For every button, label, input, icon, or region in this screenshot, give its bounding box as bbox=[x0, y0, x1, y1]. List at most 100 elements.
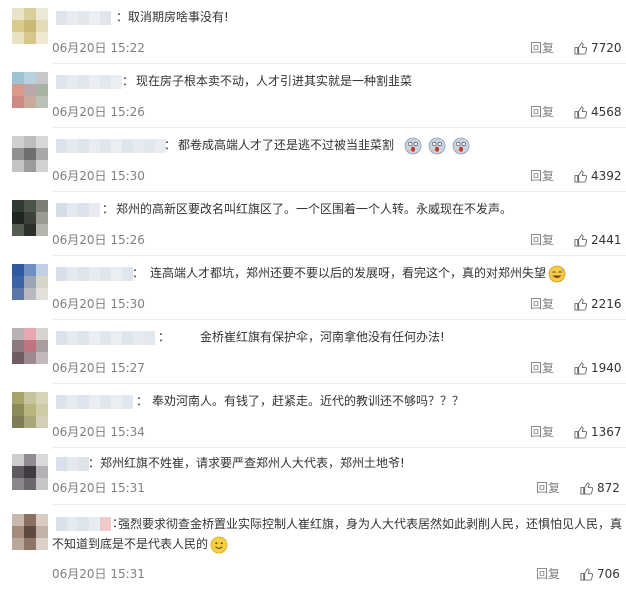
comment-text: 连高端人才都坑，郑州还要不要以后的发展呀，看完这个，真的对郑州失望 bbox=[150, 264, 566, 283]
like-button[interactable]: 7720 bbox=[574, 40, 622, 56]
thumbs-up-icon bbox=[574, 297, 587, 311]
comment-text: 奉劝河南人。有钱了，赶紧走。近代的教训还不够吗？？？ bbox=[152, 394, 465, 408]
avatar[interactable] bbox=[12, 136, 48, 172]
nickname-colon: ： bbox=[136, 394, 149, 408]
screaming-face-emoji bbox=[404, 137, 422, 154]
like-button[interactable]: 1367 bbox=[574, 424, 622, 440]
divider bbox=[52, 319, 626, 320]
comment-time: 06月20日 15:31 bbox=[52, 481, 145, 495]
avatar[interactable] bbox=[12, 392, 48, 428]
comment-item: ： 郑州的高新区要改名叫红旗区了。一个区围着一个人转。永威现在不发声。 06月2… bbox=[0, 200, 626, 252]
like-button[interactable]: 4568 bbox=[574, 104, 622, 120]
like-button[interactable]: 2441 bbox=[574, 232, 622, 248]
comment-text: 都卷成高端人才了还是逃不过被当韭菜割 bbox=[178, 136, 470, 155]
reply-button[interactable]: 回复 bbox=[536, 566, 560, 582]
reply-button[interactable]: 回复 bbox=[530, 296, 554, 312]
thumbs-up-icon bbox=[580, 481, 593, 495]
nickname-blurred[interactable] bbox=[56, 395, 133, 409]
comment-item: ： 奉劝河南人。有钱了，赶紧走。近代的教训还不够吗？？？ 06月20日 15:3… bbox=[0, 392, 626, 444]
like-count: 1940 bbox=[591, 361, 622, 375]
divider bbox=[52, 383, 626, 384]
nickname-colon: ： bbox=[158, 330, 171, 344]
divider bbox=[52, 63, 626, 64]
comment-text: 郑州红旗不姓崔，请求要严查郑州人大代表，郑州土地爷! bbox=[100, 456, 405, 470]
like-button[interactable]: 1940 bbox=[574, 360, 622, 376]
avatar[interactable] bbox=[12, 514, 48, 550]
comment-text-body: 连高端人才都坑，郑州还要不要以后的发展呀，看完这个，真的对郑州失望 bbox=[150, 266, 547, 280]
like-count: 2216 bbox=[591, 297, 622, 311]
comment-item: ： 强烈要求彻查金桥置业实际控制人崔红旗，身为人大代表居然如此剥削人民，还惧怕见… bbox=[0, 514, 626, 584]
smiling-face-emoji bbox=[210, 536, 228, 553]
divider bbox=[52, 255, 626, 256]
reply-button[interactable]: 回复 bbox=[530, 360, 554, 376]
comment-time: 06月20日 15:26 bbox=[52, 233, 145, 247]
reply-button[interactable]: 回复 bbox=[530, 104, 554, 120]
thumbs-up-icon bbox=[574, 233, 587, 247]
comment-item: ： 取消期房啥事没有! 06月20日 15:22 回复 7720 bbox=[0, 8, 626, 60]
screaming-face-emoji bbox=[428, 137, 446, 154]
comment-text: 郑州的高新区要改名叫红旗区了。一个区围着一个人转。永威现在不发声。 bbox=[116, 202, 513, 216]
nickname-blurred[interactable] bbox=[56, 75, 122, 89]
thumbs-up-icon bbox=[574, 169, 587, 183]
comment-time: 06月20日 15:30 bbox=[52, 169, 145, 183]
reply-button[interactable]: 回复 bbox=[530, 40, 554, 56]
like-button[interactable]: 4392 bbox=[574, 168, 622, 184]
avatar[interactable] bbox=[12, 328, 48, 364]
like-count: 4568 bbox=[591, 105, 622, 119]
thumbs-up-icon bbox=[574, 361, 587, 375]
comment-time: 06月20日 15:30 bbox=[52, 297, 145, 311]
reply-button[interactable]: 回复 bbox=[530, 424, 554, 440]
screaming-face-emoji bbox=[452, 137, 469, 154]
nickname-colon: ： bbox=[116, 10, 129, 24]
comment-text: 强烈要求彻查金桥置业实际控制人崔红旗，身为人大代表居然如此剥削人民，还惧怕见人民… bbox=[52, 514, 626, 554]
nickname-blurred[interactable] bbox=[56, 139, 166, 153]
nickname-blurred[interactable] bbox=[56, 331, 155, 345]
avatar[interactable] bbox=[12, 72, 48, 108]
like-count: 7720 bbox=[591, 41, 622, 55]
divider bbox=[52, 127, 626, 128]
nickname-colon: ： bbox=[164, 138, 177, 152]
avatar[interactable] bbox=[12, 8, 48, 44]
comment-time: 06月20日 15:27 bbox=[52, 361, 145, 375]
like-button[interactable]: 706 bbox=[580, 566, 620, 582]
comment-item: ： 金桥崔红旗有保护伞，河南拿他没有任何办法! 06月20日 15:27 回复 … bbox=[0, 328, 626, 380]
thumbs-up-icon bbox=[574, 425, 587, 439]
nickname-blurred[interactable] bbox=[56, 11, 111, 25]
avatar[interactable] bbox=[12, 454, 48, 490]
comment-item: ： 现在房子根本卖不动，人才引进其实就是一种割韭菜 06月20日 15:26 回… bbox=[0, 72, 626, 124]
thumbs-up-icon bbox=[580, 567, 593, 581]
avatar[interactable] bbox=[12, 264, 48, 300]
nickname-blurred[interactable] bbox=[56, 203, 100, 217]
like-count: 1367 bbox=[591, 425, 622, 439]
avatar[interactable] bbox=[12, 200, 48, 236]
like-count: 706 bbox=[597, 567, 620, 581]
comment-text-body: 强烈要求彻查金桥置业实际控制人崔红旗，身为人大代表居然如此剥削人民，还惧怕见人民… bbox=[52, 517, 623, 551]
comment-time: 06月20日 15:31 bbox=[52, 567, 145, 581]
comment-text-body: 都卷成高端人才了还是逃不过被当韭菜割 bbox=[178, 138, 395, 152]
comment-time: 06月20日 15:34 bbox=[52, 425, 145, 439]
comment-text: 金桥崔红旗有保护伞，河南拿他没有任何办法! bbox=[200, 330, 445, 344]
like-button[interactable]: 872 bbox=[580, 480, 620, 496]
like-count: 872 bbox=[597, 481, 620, 495]
nickname-colon: ： bbox=[122, 74, 135, 88]
divider bbox=[52, 447, 626, 448]
like-button[interactable]: 2216 bbox=[574, 296, 622, 312]
divider bbox=[52, 504, 626, 505]
nickname-blurred[interactable] bbox=[56, 457, 89, 471]
comment-item: ： 连高端人才都坑，郑州还要不要以后的发展呀，看完这个，真的对郑州失望 06月2… bbox=[0, 264, 626, 316]
reply-button[interactable]: 回复 bbox=[530, 232, 554, 248]
comment-text: 取消期房啥事没有! bbox=[128, 10, 229, 24]
nickname-blurred[interactable] bbox=[56, 267, 133, 281]
nickname-colon: ： bbox=[132, 266, 145, 280]
nickname-colon: ： bbox=[102, 202, 115, 216]
comment-time: 06月20日 15:22 bbox=[52, 41, 145, 55]
comment-text: 现在房子根本卖不动，人才引进其实就是一种割韭菜 bbox=[136, 74, 413, 88]
comment-time: 06月20日 15:26 bbox=[52, 105, 145, 119]
nickname-colon: ： bbox=[88, 456, 101, 470]
reply-button[interactable]: 回复 bbox=[536, 480, 560, 496]
like-count: 2441 bbox=[591, 233, 622, 247]
like-count: 4392 bbox=[591, 169, 622, 183]
reply-button[interactable]: 回复 bbox=[530, 168, 554, 184]
grinning-sweat-emoji bbox=[548, 265, 566, 282]
divider bbox=[52, 191, 626, 192]
